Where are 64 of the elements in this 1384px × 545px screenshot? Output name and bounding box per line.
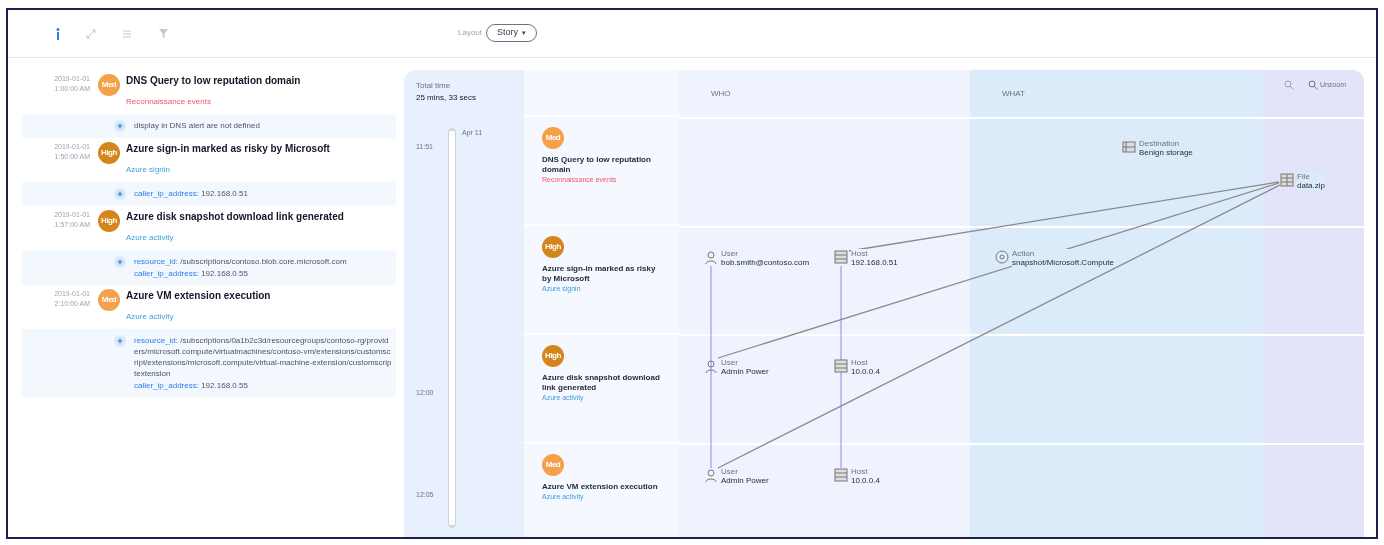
event-title[interactable]: Azure disk snapshot download link generated xyxy=(126,210,344,223)
total-time-value: 25 mins, 33 secs xyxy=(416,92,478,104)
severity-badge: High xyxy=(98,142,120,164)
node-label: Action xyxy=(1012,249,1036,258)
server-icon[interactable] xyxy=(834,468,848,482)
user-icon[interactable] xyxy=(704,359,718,373)
server-icon[interactable] xyxy=(834,359,848,373)
event-source-link[interactable]: Reconnaissance events xyxy=(126,97,211,106)
zoom-out-icon[interactable] xyxy=(1307,80,1318,91)
severity-badge: Med xyxy=(542,454,564,476)
plus-icon[interactable] xyxy=(114,120,126,132)
user-icon[interactable] xyxy=(704,250,718,264)
server-icon[interactable] xyxy=(1122,140,1136,154)
node-label: Host xyxy=(851,467,869,476)
node-value: snapshot/Microsoft.Compute xyxy=(1012,258,1114,267)
severity-badge: Med xyxy=(542,127,564,149)
column-header: WHAT xyxy=(1001,88,1026,100)
detail-text: resource_id: /subscriptions/0a1b2c3d/resourcegroups/contoso-rg/providers/microsoft.compute/virtualmachines/contoso-vm/extensions/customscript/extensions/microsoft.compute/virtual-machine-extension/customscriptextension xyxy=(134,335,392,379)
event-title[interactable]: DNS Query to low reputation domain xyxy=(126,74,301,87)
layout-label: Layout xyxy=(458,27,483,39)
node-value: 10.0.0.4 xyxy=(851,367,880,376)
node-label: Host xyxy=(851,249,869,258)
plus-icon[interactable] xyxy=(114,188,126,200)
plus-icon[interactable] xyxy=(114,256,126,268)
detail-text: caller_ip_address: 192.168.0.55 xyxy=(134,268,249,279)
node-value: Admin Power xyxy=(721,476,769,485)
node-label: File xyxy=(1297,172,1311,181)
detail-text: caller_ip_address: 192.168.0.55 xyxy=(134,380,249,391)
event-title[interactable]: Azure sign-in marked as risky by Microsoft xyxy=(126,142,330,155)
node-value: Benign storage xyxy=(1139,148,1193,157)
node-label: Destination xyxy=(1139,139,1181,148)
total-time-label: Total time xyxy=(416,80,452,92)
column-header: WHO xyxy=(710,88,732,100)
severity-badge: Med xyxy=(98,289,120,311)
severity-badge: High xyxy=(542,345,564,367)
zoom-in-icon[interactable] xyxy=(1283,80,1294,91)
user-icon[interactable] xyxy=(704,468,718,482)
filter-icon[interactable] xyxy=(158,28,169,39)
node-value: 10.0.0.4 xyxy=(851,476,880,485)
node-label: User xyxy=(721,249,739,258)
server-icon[interactable] xyxy=(834,250,848,264)
info-icon[interactable] xyxy=(56,27,60,40)
story-card-title: Azure sign-in marked as risky by Microsoft xyxy=(542,264,657,284)
node-value: Admin Power xyxy=(721,367,769,376)
detail-text: display in DNS alert are not defined xyxy=(134,120,260,131)
node-value: 192.168.0.51 xyxy=(851,258,898,267)
story-card-title: Azure disk snapshot download link generated xyxy=(542,373,661,393)
severity-badge: High xyxy=(542,236,564,258)
node-value: bob.smith@contoso.com xyxy=(721,258,810,267)
severity-badge: High xyxy=(98,210,120,232)
server-icon[interactable] xyxy=(1280,173,1294,187)
node-value: data.zip xyxy=(1297,181,1326,190)
detail-text: resource_id: /subscriptions/contoso.blob.core.microsoft.com xyxy=(134,256,347,267)
node-label: User xyxy=(721,467,739,476)
node-label: Host xyxy=(851,358,869,367)
node-label: User xyxy=(721,358,739,367)
event-title[interactable]: Azure VM extension execution xyxy=(126,289,271,302)
detail-text: caller_ip_address: 192.168.0.51 xyxy=(134,188,248,199)
plus-icon[interactable] xyxy=(114,335,126,347)
expand-icon[interactable] xyxy=(86,28,96,39)
story-card-title: DNS Query to low reputation domain xyxy=(542,155,652,175)
severity-badge: Med xyxy=(98,74,120,96)
gear-icon[interactable] xyxy=(995,250,1009,264)
story-card-title: Azure VM extension execution xyxy=(542,482,659,492)
